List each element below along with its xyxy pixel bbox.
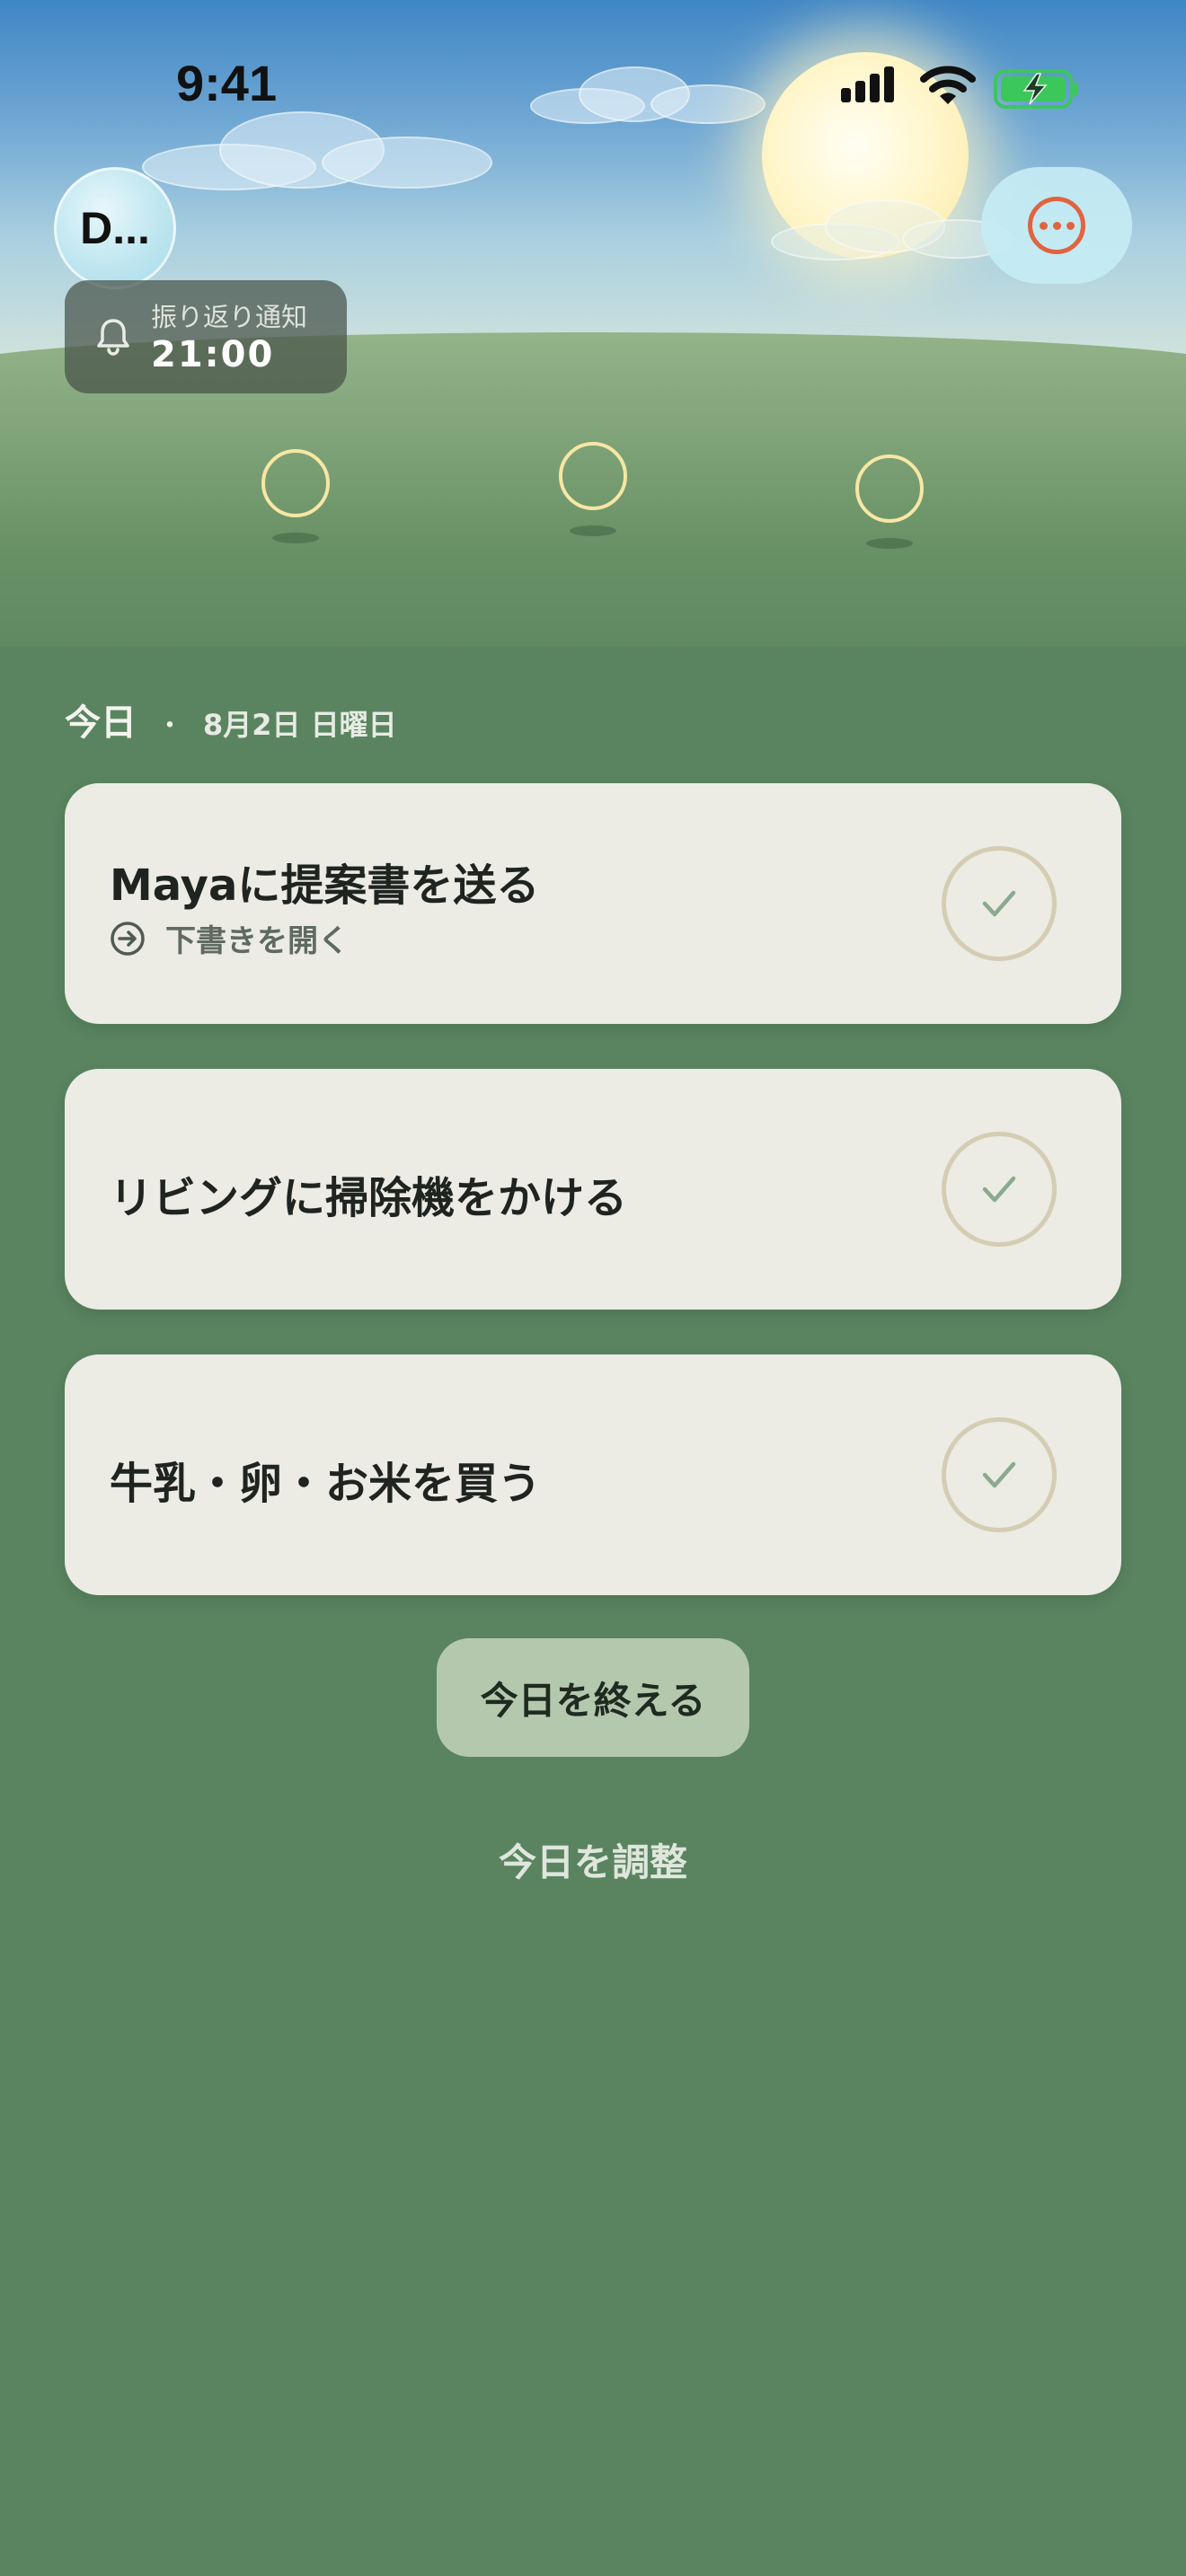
arrow-right-circle-icon: [111, 921, 145, 956]
ring-marker-left: [261, 449, 330, 517]
reflection-reminder-chip[interactable]: 振り返り通知 21:00: [65, 280, 347, 393]
task-title: リビングに掃除機をかける: [110, 1173, 628, 1223]
cloud-right: [771, 199, 1013, 260]
today-header: 今日 ・ 8月2日 日曜日: [65, 693, 397, 745]
ring-marker-center: [559, 442, 627, 510]
cellular-signal-icon: [839, 63, 902, 113]
complete-task-button[interactable]: [942, 1417, 1057, 1532]
task-card[interactable]: 牛乳・卵・お米を買う: [65, 1354, 1121, 1595]
reminder-time: 21:00: [151, 334, 275, 375]
reminder-label: 振り返り通知: [151, 302, 308, 332]
today-title: 今日: [65, 702, 137, 744]
complete-task-button[interactable]: [942, 846, 1057, 961]
avatar[interactable]: D...: [54, 167, 176, 289]
task-title: 牛乳・卵・お米を買う: [110, 1459, 542, 1509]
task-title: Mayaに提案書を送る: [110, 860, 540, 911]
checkmark-icon: [982, 1176, 1016, 1203]
cloud-left: [142, 111, 492, 190]
checkmark-icon: [982, 890, 1016, 917]
adjust-today-link[interactable]: 今日を調整: [413, 1832, 773, 1887]
marker-shadow-right: [866, 538, 913, 549]
complete-task-button[interactable]: [942, 1132, 1057, 1247]
wifi-icon: [920, 66, 976, 104]
status-icons: [839, 63, 1082, 113]
task-card[interactable]: リビングに掃除機をかける: [65, 1069, 1121, 1310]
open-draft-link[interactable]: 下書きを開く: [110, 916, 349, 960]
today-date: 8月2日 日曜日: [203, 708, 397, 742]
bell-icon: [97, 319, 129, 356]
battery-charging-icon: [994, 69, 1078, 109]
task-card[interactable]: Mayaに提案書を送る 下書きを開く: [65, 783, 1121, 1024]
end-today-button[interactable]: 今日を終える: [437, 1638, 749, 1757]
checkmark-icon: [982, 1461, 1016, 1488]
open-draft-label: 下書きを開く: [165, 923, 349, 959]
today-separator: ・: [156, 710, 183, 742]
marker-shadow-left: [272, 533, 319, 543]
marker-shadow-center: [570, 525, 616, 536]
cloud-top: [530, 66, 766, 124]
ring-marker-right: [855, 454, 924, 523]
status-time: 9:41: [176, 55, 278, 111]
ellipsis-circle-icon: [1028, 197, 1085, 254]
more-options-button[interactable]: [981, 167, 1132, 284]
